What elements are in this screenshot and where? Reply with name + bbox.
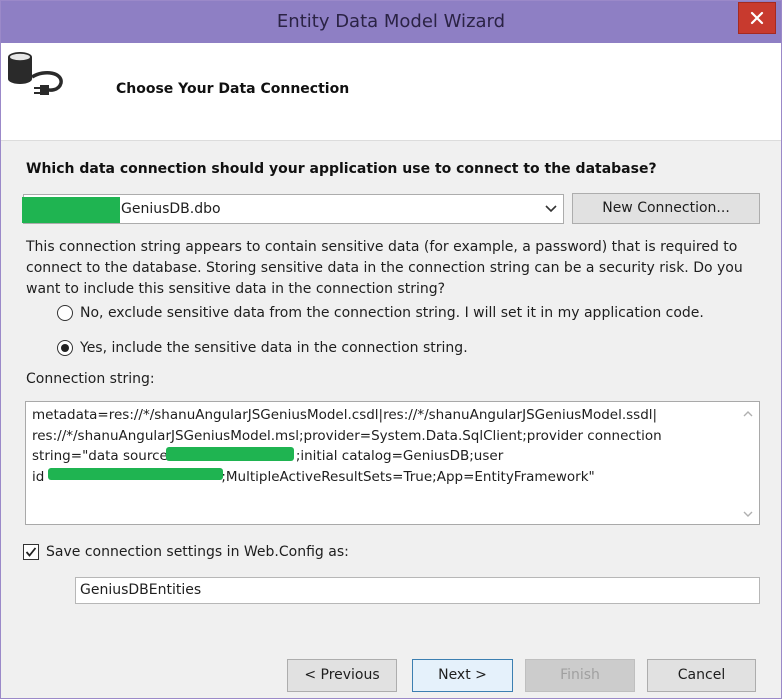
previous-button[interactable]: < Previous (287, 659, 397, 692)
radio-button[interactable] (57, 305, 73, 321)
save-settings-label: Save connection settings in Web.Config a… (46, 544, 349, 560)
window-title: Entity Data Model Wizard (276, 11, 506, 32)
radio-exclude-sensitive[interactable]: No, exclude sensitive data from the conn… (57, 302, 704, 324)
connection-string-line: id (32, 468, 45, 485)
cancel-button[interactable]: Cancel (647, 659, 756, 692)
radio-label: No, exclude sensitive data from the conn… (80, 305, 704, 321)
connection-string-line: ;initial catalog=GeniusDB;user (295, 448, 504, 464)
database-plug-icon (8, 52, 63, 95)
connection-dropdown-value: GeniusDB.dbo (121, 201, 221, 217)
wizard-window: Entity Data Model Wizard Choose Your Dat… (0, 0, 782, 699)
close-icon (750, 11, 764, 25)
scroll-down-icon[interactable] (741, 508, 755, 520)
connection-dropdown[interactable]: GeniusDB.dbo (22, 194, 564, 224)
chevron-down-icon (545, 205, 557, 213)
redaction-mark (22, 197, 120, 223)
radio-selected-dot (61, 344, 69, 352)
scroll-up-icon[interactable] (741, 408, 755, 420)
connection-string-textbox[interactable]: metadata=res://*/shanuAngularJSGeniusMod… (25, 401, 760, 525)
save-settings-checkbox[interactable] (23, 544, 39, 560)
new-connection-button[interactable]: New Connection... (572, 193, 760, 224)
connection-string-label: Connection string: (26, 371, 155, 387)
next-button[interactable]: Next > (412, 659, 513, 692)
entity-name-input[interactable]: GeniusDBEntities (75, 577, 760, 604)
connection-string-line: string="data source (32, 448, 168, 464)
redaction-mark (166, 447, 294, 461)
save-settings-checkbox-row[interactable]: Save connection settings in Web.Config a… (23, 541, 349, 563)
radio-label: Yes, include the sensitive data in the c… (80, 340, 468, 356)
sensitive-data-warning: This connection string appears to contai… (26, 239, 743, 297)
page-title: Choose Your Data Connection (116, 81, 350, 97)
radio-button[interactable] (57, 340, 73, 356)
connection-string-line: metadata=res://*/shanuAngularJSGeniusMod… (32, 407, 658, 423)
connection-string-line: ;MultipleActiveResultSets=True;App=Entit… (221, 468, 595, 485)
radio-include-sensitive[interactable]: Yes, include the sensitive data in the c… (57, 337, 468, 359)
finish-button[interactable]: Finish (525, 659, 635, 692)
redaction-mark (48, 468, 223, 480)
connection-question: Which data connection should your applic… (26, 161, 657, 177)
checkmark-icon (25, 547, 37, 557)
title-bar: Entity Data Model Wizard (1, 1, 781, 43)
wizard-header: Choose Your Data Connection (1, 43, 781, 141)
close-button[interactable] (738, 2, 776, 34)
connection-string-line: res://*/shanuAngularJSGeniusModel.msl;pr… (32, 427, 662, 444)
